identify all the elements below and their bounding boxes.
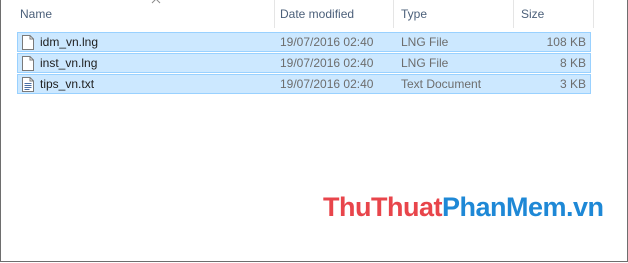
watermark-part-blue: PhanMem (441, 192, 567, 222)
watermark-domain: .vn (566, 192, 604, 222)
file-row[interactable]: inst_vn.lng 19/07/2016 02:40 LNG File 8 … (17, 53, 591, 73)
file-row[interactable]: tips_vn.txt 19/07/2016 02:40 Text Docume… (17, 74, 591, 94)
sort-ascending-icon (151, 0, 161, 4)
file-type: LNG File (401, 35, 449, 49)
column-header-bar: Name Date modified Type Size (1, 0, 601, 28)
file-type: Text Document (401, 77, 482, 91)
file-row[interactable]: idm_vn.lng 19/07/2016 02:40 LNG File 108… (17, 32, 591, 52)
document-icon (22, 56, 34, 71)
file-size: 3 KB (559, 77, 586, 91)
file-name: inst_vn.lng (40, 56, 98, 70)
column-header-type[interactable]: Type (394, 0, 514, 28)
file-type: LNG File (401, 56, 449, 70)
file-name: idm_vn.lng (40, 35, 99, 49)
column-header-size[interactable]: Size (514, 0, 594, 28)
file-date-modified: 19/07/2016 02:40 (280, 56, 374, 70)
file-size: 108 KB (546, 35, 586, 49)
file-list: idm_vn.lng 19/07/2016 02:40 LNG File 108… (17, 32, 591, 95)
column-header-date-label: Date modified (280, 7, 355, 21)
watermark-part-red: ThuThuat (323, 192, 442, 222)
column-header-name[interactable]: Name (13, 0, 275, 28)
file-size: 8 KB (559, 56, 586, 70)
document-icon (22, 35, 34, 50)
file-name: tips_vn.txt (40, 77, 95, 91)
column-header-size-label: Size (521, 7, 545, 21)
column-header-date-modified[interactable]: Date modified (273, 0, 394, 28)
text-document-icon (22, 77, 34, 92)
column-header-type-label: Type (401, 7, 428, 21)
file-date-modified: 19/07/2016 02:40 (280, 35, 374, 49)
column-header-name-label: Name (20, 7, 53, 21)
file-date-modified: 19/07/2016 02:40 (280, 77, 374, 91)
file-list-pane: Name Date modified Type Size idm_vn.lng … (0, 0, 628, 262)
watermark-logo: ThuThuatPhanMem.vn (323, 190, 604, 224)
